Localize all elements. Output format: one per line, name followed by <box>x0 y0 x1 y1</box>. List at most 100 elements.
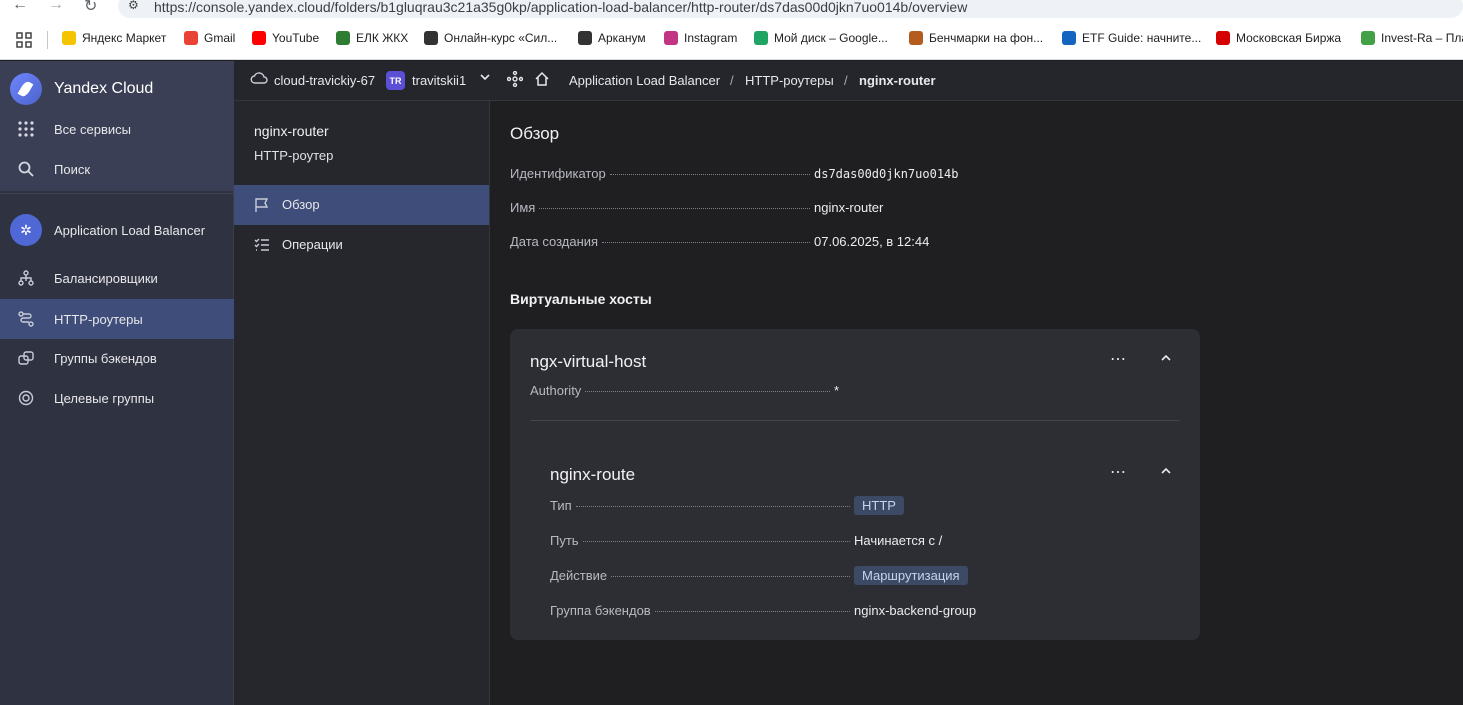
services-graph-icon[interactable] <box>506 70 524 90</box>
back-icon[interactable]: ← <box>12 0 28 14</box>
site-settings-icon[interactable]: ⚙ <box>128 0 139 12</box>
reload-icon[interactable]: ↻ <box>84 0 97 16</box>
route-field-action: Действие Маршрутизация <box>550 566 990 585</box>
field-key: Тип <box>550 498 572 513</box>
card-divider <box>530 420 1180 421</box>
dotted-leader <box>609 174 810 175</box>
more-options-icon[interactable]: ⋯ <box>1108 350 1128 370</box>
field-key: Идентификатор <box>510 166 606 181</box>
yandex-market-icon <box>62 31 76 45</box>
bookmark-item[interactable]: Арканум <box>578 31 646 45</box>
invest-ra-icon <box>1361 31 1375 45</box>
page-title: Обзор <box>510 124 560 143</box>
bookmark-item[interactable]: Онлайн-курс «Сил... <box>424 31 557 45</box>
bookmark-label: ЕЛК ЖКХ <box>356 31 409 45</box>
bookmark-label: Gmail <box>204 31 236 45</box>
field-value: Начинается с / <box>854 533 943 548</box>
field-authority: Authority * <box>530 383 850 398</box>
bookmark-item[interactable]: Gmail <box>184 31 235 45</box>
nav-service-alb[interactable]: ✲ Application Load Balancer <box>0 210 234 250</box>
tab-operations[interactable]: Операции <box>234 225 489 265</box>
sidebar-item-target-groups[interactable]: Целевые группы <box>0 378 234 418</box>
chevron-down-icon[interactable] <box>479 71 491 86</box>
resource-type: HTTP-роутер <box>254 148 334 163</box>
forward-icon[interactable]: → <box>48 0 64 14</box>
sidebar-item-backend-groups[interactable]: Группы бэкендов <box>0 338 234 378</box>
section-title: Виртуальные хосты <box>510 291 652 307</box>
sidebar-item-label: Группы бэкендов <box>54 350 157 366</box>
apps-grid-icon[interactable] <box>16 32 32 48</box>
breadcrumb-current: nginx-router <box>859 73 936 88</box>
resource-sidebar: nginx-router HTTP-роутер Обзор Операции <box>234 101 490 705</box>
youtube-icon <box>252 31 266 45</box>
bookmark-label: Instagram <box>684 31 738 45</box>
bookmark-item[interactable]: ETF Guide: начните... <box>1062 31 1201 45</box>
sidebar-item-balancers[interactable]: Балансировщики <box>0 258 234 298</box>
sidebar-item-label: Балансировщики <box>54 270 158 286</box>
balancer-icon <box>17 269 35 287</box>
instagram-icon <box>664 31 678 45</box>
field-key: Имя <box>510 200 536 215</box>
course-icon <box>424 31 438 45</box>
field-key: Группа бэкендов <box>550 603 651 618</box>
more-options-icon[interactable]: ⋯ <box>1108 463 1128 483</box>
etf-icon <box>1062 31 1076 45</box>
main-content: Обзор Идентификатор ds7das00d0jkn7uo014b… <box>490 101 1463 705</box>
field-created: Дата создания 07.06.2025, в 12:44 <box>510 234 950 249</box>
virtual-host-card: ngx-virtual-host ⋯ Authority * nginx-rou… <box>510 329 1200 640</box>
bookmark-item[interactable]: Бенчмарки на фон... <box>909 31 1043 45</box>
backend-group-link[interactable]: nginx-backend-group <box>854 603 990 618</box>
folder-name[interactable]: travitskii1 <box>412 73 466 88</box>
grid-icon <box>17 120 35 138</box>
dotted-leader <box>611 576 850 577</box>
tab-label: Операции <box>282 237 343 252</box>
alb-icon: ✲ <box>10 214 42 246</box>
breadcrumb-separator: / <box>730 73 734 88</box>
dotted-leader <box>539 208 810 209</box>
bookmark-item[interactable]: Московская Биржа <box>1216 31 1341 45</box>
brand-name[interactable]: Yandex Cloud <box>54 80 153 98</box>
nav-search[interactable]: Поиск <box>0 149 234 189</box>
arkanum-icon <box>578 31 592 45</box>
bookmark-label: Яндекс Маркет <box>82 31 167 45</box>
field-id: Идентификатор ds7das00d0jkn7uo014b <box>510 166 959 181</box>
nav-all-services-label: Все сервисы <box>54 121 131 137</box>
tab-overview[interactable]: Обзор <box>234 185 489 225</box>
dotted-leader <box>585 391 830 392</box>
moex-icon <box>1216 31 1230 45</box>
home-icon[interactable] <box>534 71 550 90</box>
browser-toolbar: ← → ↻ ⚙ https://console.yandex.cloud/fol… <box>0 0 1463 20</box>
breadcrumb-alb[interactable]: Application Load Balancer <box>569 73 720 88</box>
target-groups-icon <box>17 389 35 407</box>
cloud-name[interactable]: cloud-travickiy-67 <box>274 73 375 88</box>
bookmark-item[interactable]: Яндекс Маркет <box>62 31 166 45</box>
url-text: https://console.yandex.cloud/folders/b1g… <box>154 0 968 15</box>
dotted-leader <box>575 506 850 507</box>
nav-all-services[interactable]: Все сервисы <box>0 109 234 149</box>
service-label: Application Load Balancer <box>54 222 206 238</box>
gmail-icon <box>184 31 198 45</box>
field-key: Дата создания <box>510 234 599 249</box>
nav-search-label: Поиск <box>54 161 91 177</box>
bookmarks-separator <box>47 31 48 49</box>
field-value: nginx-router <box>814 200 884 215</box>
bookmark-item[interactable]: Invest-Ra – Пла <box>1361 31 1463 45</box>
sidebar-item-http-routers[interactable]: HTTP-роутеры <box>0 299 234 339</box>
chevron-up-icon[interactable] <box>1156 463 1176 483</box>
bookmark-item[interactable]: YouTube <box>252 31 319 45</box>
address-bar[interactable]: ⚙ https://console.yandex.cloud/folders/b… <box>118 0 1463 18</box>
field-key: Путь <box>550 533 579 548</box>
bookmark-item[interactable]: Мой диск – Google... <box>754 31 888 45</box>
bookmark-label: Мой диск – Google... <box>774 31 888 45</box>
dotted-leader <box>654 611 850 612</box>
bookmark-item[interactable]: Instagram <box>664 31 737 45</box>
chevron-up-icon[interactable] <box>1156 350 1176 370</box>
resource-title: nginx-router <box>254 123 329 139</box>
breadcrumb-http-routers[interactable]: HTTP-роутеры <box>745 73 834 88</box>
google-drive-icon <box>754 31 768 45</box>
cloud-icon <box>250 71 268 88</box>
bookmark-item[interactable]: ЕЛК ЖКХ <box>336 31 408 45</box>
field-value[interactable]: ds7das00d0jkn7uo014b <box>814 167 959 181</box>
yandex-cloud-logo-icon[interactable] <box>10 73 42 105</box>
sidebar-item-label: HTTP-роутеры <box>54 311 143 327</box>
